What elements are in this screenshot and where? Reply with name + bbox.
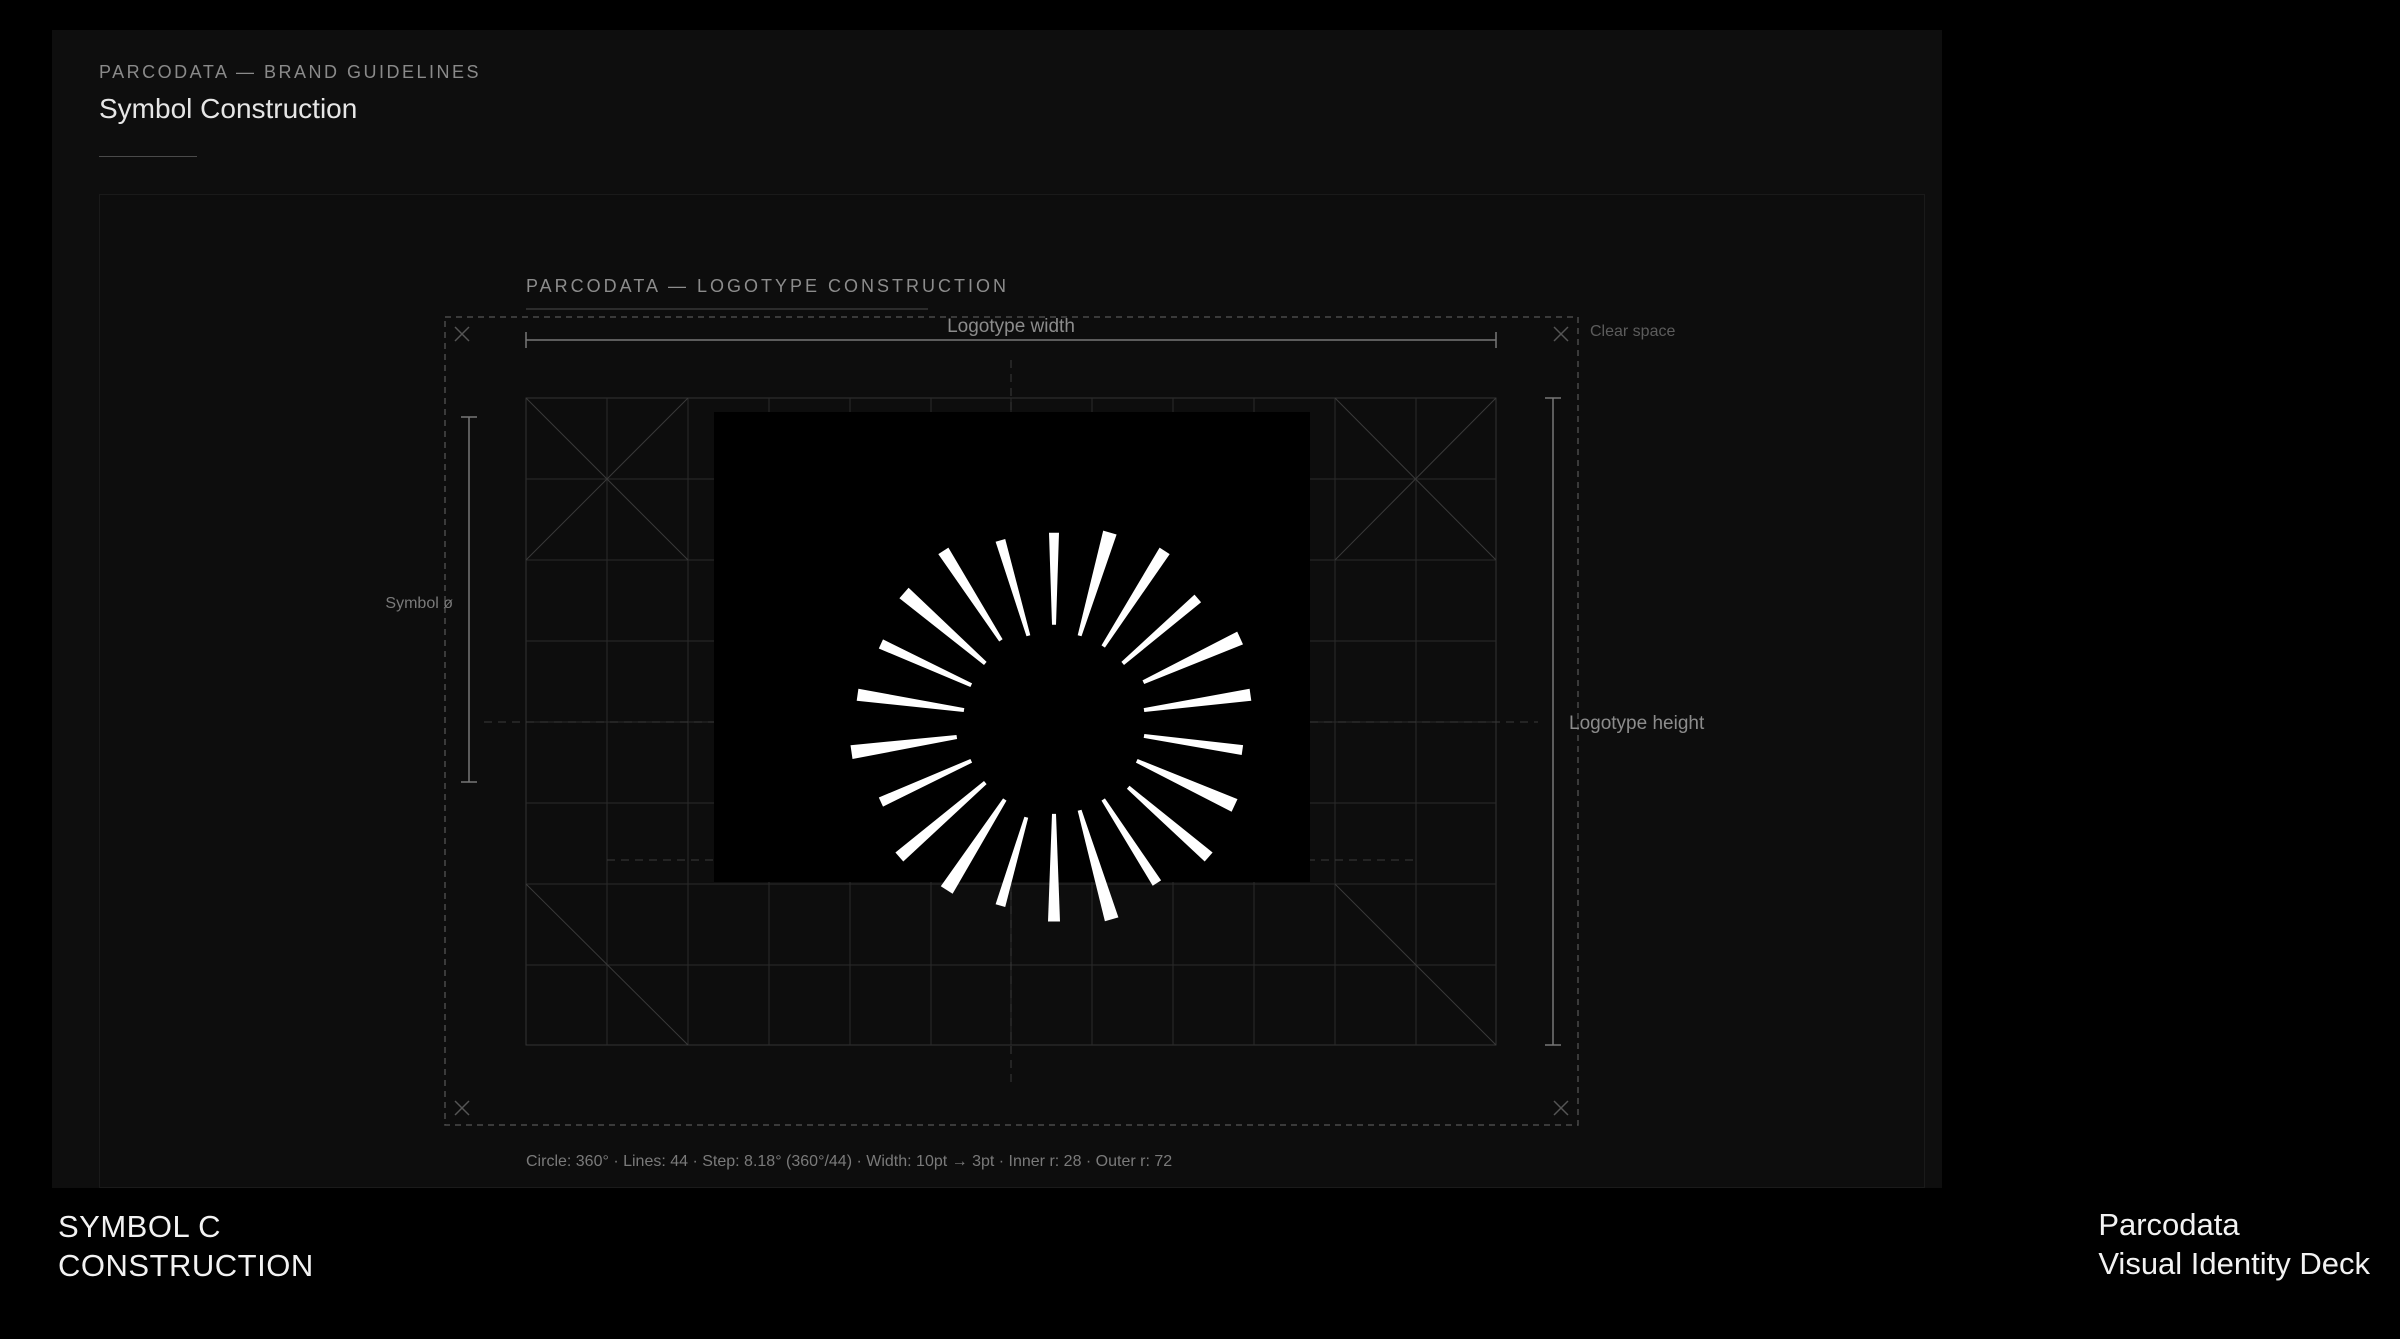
construction-heading: PARCODATA — LOGOTYPE CONSTRUCTION: [526, 276, 1009, 296]
footer-right-line-2: Visual Identity Deck: [2098, 1246, 2370, 1281]
footer-left-line-1: SYMBOL C: [58, 1209, 222, 1244]
clear-space-label: Clear space: [1590, 323, 1675, 340]
symbol-diameter-dimension: [461, 416, 477, 783]
spec-line: Circle: 360° · Lines: 44 · Step: 8.18° (…: [526, 1153, 1172, 1170]
symbol-diameter-label: Symbol ø: [385, 595, 453, 612]
construction-diagram: PARCODATA — LOGOTYPE CONSTRUCTION Clear …: [385, 276, 1705, 1170]
footer-section-title: SYMBOL C CONSTRUCTION: [58, 1207, 314, 1285]
height-label: Logotype height: [1569, 713, 1705, 734]
slide: PARCODATA — BRAND GUIDELINES Symbol Cons…: [52, 30, 1942, 1188]
footer-deck-title: Parcodata Visual Identity Deck: [2098, 1205, 2370, 1283]
height-dimension: [1545, 397, 1561, 1046]
footer-left-line-2: CONSTRUCTION: [58, 1248, 314, 1283]
page: PARCODATA — BRAND GUIDELINES Symbol Cons…: [0, 0, 2400, 1339]
footer-right-line-1: Parcodata: [2098, 1207, 2240, 1242]
width-label: Logotype width: [947, 316, 1075, 337]
